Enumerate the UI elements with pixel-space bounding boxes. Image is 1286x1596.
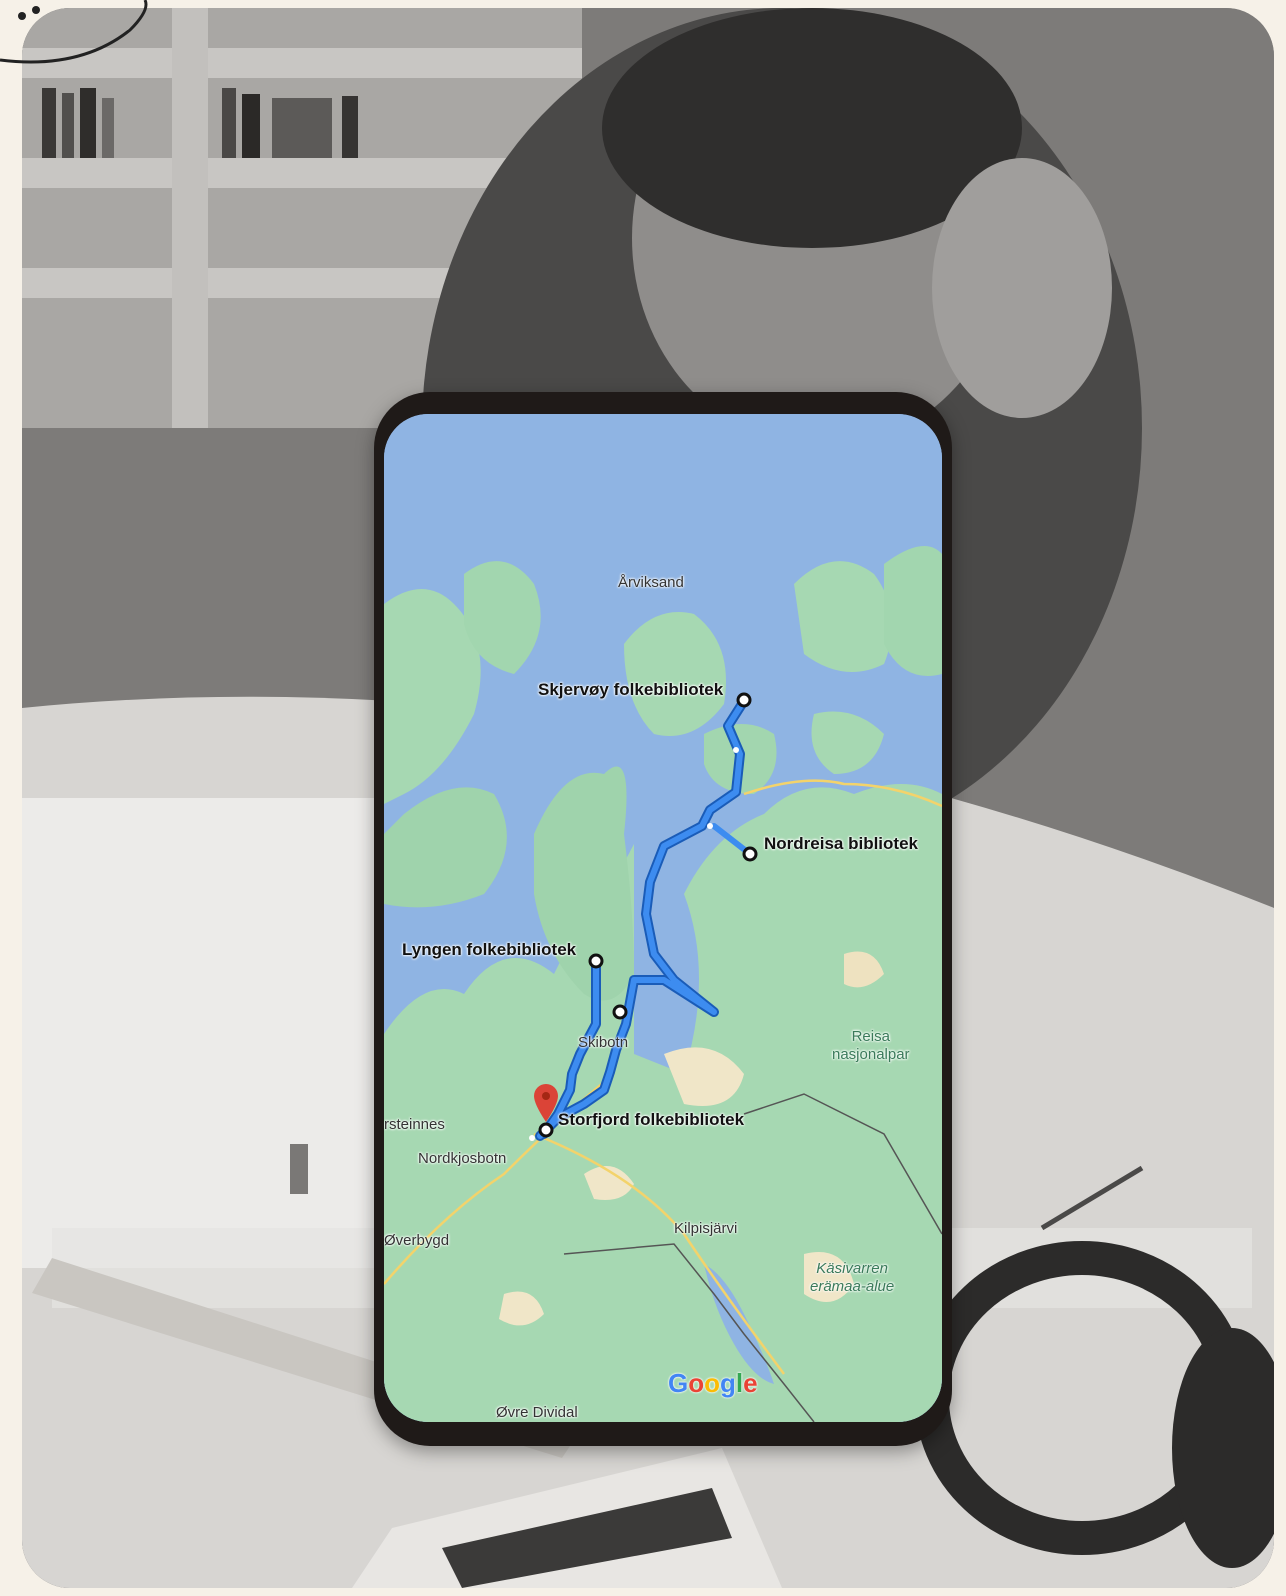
library-label-skjervoy[interactable]: Skjervøy folkebibliotek bbox=[538, 680, 723, 700]
library-label-lyngen[interactable]: Lyngen folkebibliotek bbox=[402, 940, 576, 960]
google-letter: o bbox=[704, 1368, 721, 1398]
place-label-overbygd: Øverbygd bbox=[384, 1232, 450, 1249]
waypoint-lyngen bbox=[588, 953, 604, 969]
place-label-olderdalen: rsteinnes bbox=[384, 1116, 445, 1133]
google-letter: g bbox=[720, 1368, 736, 1398]
map-view[interactable]: Årviksand Skjervøy folkebibliotek Nordre… bbox=[384, 414, 942, 1422]
google-letter: o bbox=[688, 1368, 705, 1398]
waypoint-intermediate bbox=[612, 1004, 628, 1020]
waypoint-nordreisa bbox=[742, 846, 758, 862]
park-label-reisa-line2: nasjonalpar bbox=[832, 1046, 910, 1063]
park-label-reisa: Reisa nasjonalpar bbox=[832, 1028, 910, 1064]
google-logo: Google bbox=[668, 1368, 758, 1399]
place-label-kilpisjarvi: Kilpisjärvi bbox=[674, 1220, 738, 1237]
park-label-kasivarren-line1: Käsivarren bbox=[816, 1260, 888, 1277]
park-label-kasivarren: Käsivarren erämaa-alue bbox=[810, 1260, 894, 1296]
google-letter: G bbox=[668, 1368, 689, 1398]
google-letter: e bbox=[743, 1368, 758, 1398]
park-label-kasivarren-line2: erämaa-alue bbox=[810, 1278, 895, 1295]
waypoint-skjervoy bbox=[736, 692, 752, 708]
waypoint-storfjord bbox=[538, 1122, 554, 1138]
park-label-reisa-line1: Reisa bbox=[851, 1028, 890, 1045]
place-label-ovre-dividal: Øvre Dividal bbox=[496, 1404, 578, 1421]
doodle-sketch bbox=[0, 0, 148, 64]
place-label-skibotn: Skibotn bbox=[578, 1034, 629, 1051]
place-label-arviksand: Årviksand bbox=[618, 574, 684, 591]
library-label-storfjord[interactable]: Storfjord folkebibliotek bbox=[558, 1110, 744, 1130]
library-label-nordreisa[interactable]: Nordreisa bibliotek bbox=[764, 834, 918, 854]
phone-frame: Årviksand Skjervøy folkebibliotek Nordre… bbox=[374, 392, 952, 1446]
place-label-nordkjosbotn: Nordkjosbotn bbox=[418, 1150, 507, 1167]
